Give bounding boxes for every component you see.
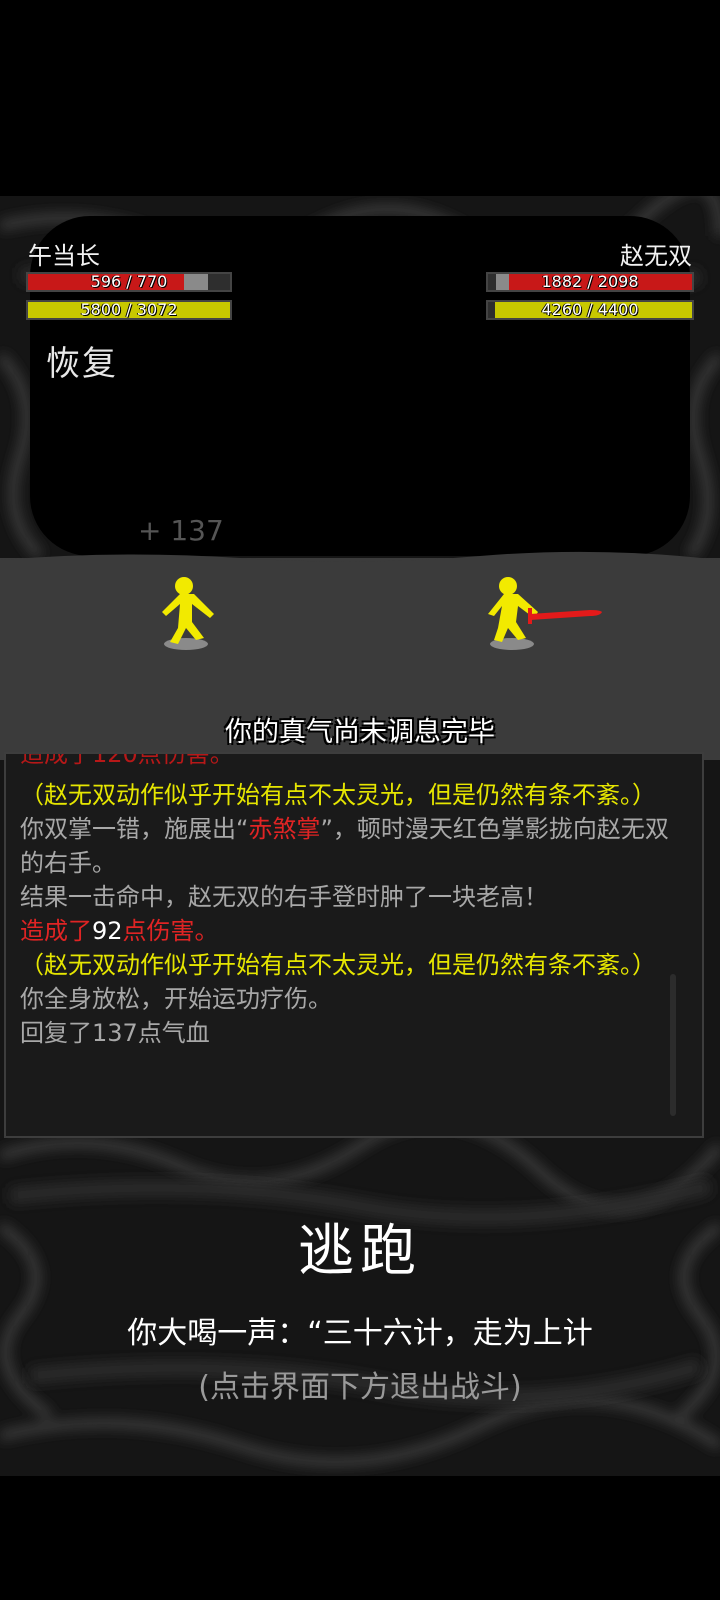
log-entry-text: 你全身放松，开始运功疗伤。 [20,985,332,1013]
log-entry-text: 造成了 [20,917,92,945]
enemy-hp-bar: 1882 / 2098 [486,272,694,292]
log-entry-text: 赤煞掌 [248,815,321,843]
red-sword-icon [530,610,602,620]
log-entry-text: （赵无双动作似乎开始有点不太灵光，但是仍然有条不紊。） [20,951,656,979]
log-entry: 回复了137点气血 [20,1016,678,1050]
escape-title: 逃跑 [298,1219,422,1284]
enemy-hp-text: 1882 / 2098 [541,272,639,291]
status-label: 恢复 [46,344,118,384]
heal-float-number: + 137 [138,514,224,547]
log-entry-text: 点伤害。 [122,917,219,945]
player-hp-text: 596 / 770 [90,272,168,291]
log-entry: 你双掌一错，施展出“赤煞掌”，顿时漫天红色掌影拢向赵无双的右手。 [20,812,678,880]
ground-edge [0,551,720,576]
log-entry-text: 你双掌一错，施展出“ [20,815,249,843]
enemy-name: 赵无双 [620,242,692,270]
exit-battle-hint[interactable]: (点击界面下方退出战斗) [0,1362,720,1406]
log-entry-text: （赵无双动作似乎开始有点不太灵光，但是仍然有条不紊。） [20,781,656,809]
log-entry-text: 92 [92,917,123,945]
battle-caption: 你的真气尚未调息完毕 [225,717,495,748]
combat-log[interactable]: 造成了120点伤害。 （赵无双动作似乎开始有点不太灵光，但是仍然有条不紊。） 你双… [4,752,704,1138]
enemy-fighter [488,577,602,650]
player-mp-bar: 5800 / 3072 [26,300,232,320]
log-entry: （赵无双动作似乎开始有点不太灵光，但是仍然有条不紊。） [20,948,678,982]
battle-screen[interactable]: 午当长 赵无双 596 / 770 5800 / 3072 1882 / 209… [0,196,720,1476]
enemy-mp-text: 4260 / 4400 [541,300,639,319]
arena-sky [30,216,690,556]
log-entry: 你全身放松，开始运功疗伤。 [20,982,678,1016]
log-entry: 造成了92点伤害。 [20,914,678,948]
escape-text: 你大喝一声：“三十六计，走为上计 [127,1316,593,1351]
log-entry-text: 结果一击命中，赵无双的右手登时肿了一块老高！ [20,883,548,911]
player-hp-bar: 596 / 770 [26,272,232,292]
log-cutoff-line: 造成了120点伤害。 [20,752,234,768]
log-scrollbar[interactable] [670,974,676,1116]
log-lines: （赵无双动作似乎开始有点不太灵光，但是仍然有条不紊。） 你双掌一错，施展出“赤煞掌… [20,778,678,1050]
log-entry-text: 回复了137点气血 [20,1019,210,1047]
player-fighter [162,577,214,650]
log-entry: 结果一击命中，赵无双的右手登时肿了一块老高！ [20,880,678,914]
enemy-mp-bar: 4260 / 4400 [486,300,694,320]
player-name: 午当长 [28,242,100,270]
log-entry: （赵无双动作似乎开始有点不太灵光，但是仍然有条不紊。） [20,778,678,812]
player-mp-text: 5800 / 3072 [80,300,178,319]
